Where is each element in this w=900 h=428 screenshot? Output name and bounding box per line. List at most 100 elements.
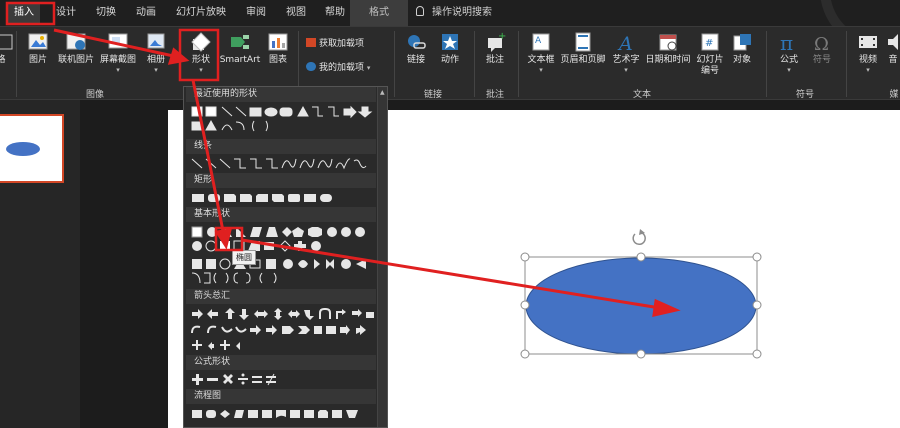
screenshot-button[interactable]: 屏幕截图 ▾: [98, 31, 138, 74]
basic-shapes-row-4[interactable]: [190, 271, 380, 285]
action-button[interactable]: 动作: [436, 31, 464, 66]
selected-ellipse[interactable]: [520, 224, 765, 360]
svg-text:#: #: [705, 38, 713, 49]
header-footer-icon: [575, 32, 591, 52]
equation-shapes-row[interactable]: [190, 373, 380, 387]
wordart-icon: A: [617, 33, 633, 53]
dropdown-caret-icon: ▾: [866, 66, 870, 74]
powerpoint-window: 插入 设计 切换 动画 幻灯片放映 审阅 视图 帮助 格式 操作说明搜索 格 图…: [0, 0, 900, 428]
datetime-button[interactable]: 日期和时间: [644, 31, 692, 66]
tell-me-label: 操作说明搜索: [432, 7, 492, 18]
tab-view[interactable]: 视图: [286, 3, 306, 23]
chart-icon: [268, 33, 288, 51]
object-button[interactable]: 对象: [728, 31, 756, 66]
audio-label: 音: [888, 55, 898, 65]
basic-shapes-row-1[interactable]: [190, 225, 380, 239]
dropdown-caret-icon: ▾: [199, 66, 203, 74]
datetime-label: 日期和时间: [645, 55, 691, 65]
tab-transitions[interactable]: 切换: [96, 3, 116, 23]
object-label: 对象: [732, 55, 751, 65]
slide-number-button[interactable]: # 幻灯片 编号: [694, 31, 726, 77]
comment-label: 批注: [485, 55, 504, 65]
chart-button[interactable]: 图表: [264, 31, 292, 66]
tab-insert[interactable]: 插入: [8, 3, 40, 23]
video-button[interactable]: 视频 ▾: [854, 31, 882, 74]
cropped-button[interactable]: 格: [0, 31, 13, 66]
get-addins-button[interactable]: 获取加载项: [306, 37, 364, 51]
tab-animations[interactable]: 动画: [136, 3, 156, 23]
slide-number-icon: #: [701, 33, 719, 51]
tab-slideshow[interactable]: 幻灯片放映: [176, 3, 226, 23]
tab-review[interactable]: 审阅: [246, 3, 266, 23]
arrows-row-1[interactable]: [190, 307, 380, 321]
svg-text:+: +: [498, 31, 506, 42]
section-lines: 线条: [186, 139, 376, 154]
video-icon: [859, 36, 877, 48]
smartart-button[interactable]: SmartArt: [218, 31, 262, 66]
dropdown-caret-icon: ▾: [539, 66, 543, 74]
speaker-icon: [888, 34, 898, 50]
store-icon: [306, 38, 316, 47]
comment-button[interactable]: + 批注: [480, 31, 510, 66]
recent-shapes-row-2[interactable]: [190, 119, 380, 133]
basic-shapes-row-2[interactable]: [190, 239, 380, 253]
tab-design[interactable]: 设计: [56, 3, 76, 23]
picture-button[interactable]: 图片: [22, 31, 54, 66]
smartart-icon: [231, 35, 249, 49]
link-button[interactable]: 链接: [402, 31, 430, 66]
equation-label: 公式: [779, 55, 798, 65]
slide-thumbnail-pane: [0, 100, 80, 428]
svg-text:π: π: [780, 31, 793, 53]
album-icon: [147, 33, 165, 49]
picture-label: 图片: [28, 55, 47, 65]
equation-button[interactable]: π 公式 ▾: [774, 31, 804, 74]
basic-shapes-row-3[interactable]: [190, 257, 380, 271]
arrows-row-2[interactable]: [190, 323, 380, 337]
group-label-text: 文本: [632, 90, 651, 100]
symbol-label: 符号: [812, 55, 831, 65]
tab-help[interactable]: 帮助: [325, 3, 345, 23]
section-rectangles: 矩形: [186, 173, 376, 188]
scroll-up-icon[interactable]: ▲: [380, 89, 385, 96]
action-label: 动作: [440, 55, 459, 65]
textbox-button[interactable]: A 文本框 ▾: [526, 31, 556, 74]
picture-icon: [28, 33, 48, 50]
addins-icon: [306, 62, 316, 71]
tab-format[interactable]: 格式: [350, 0, 408, 26]
menu-scrollbar[interactable]: ▲: [377, 87, 387, 427]
group-label-comments: 批注: [485, 90, 504, 100]
thumbnail-ellipse: [6, 142, 40, 156]
dropdown-caret-icon: ▾: [116, 66, 120, 74]
shapes-button[interactable]: 形状 ▾: [186, 31, 216, 74]
screenshot-label: 屏幕截图: [99, 55, 136, 65]
flowchart-row[interactable]: [190, 407, 380, 421]
group-label-media: 媒: [889, 90, 899, 100]
my-addins-button[interactable]: 我的加载项 ▾: [306, 61, 370, 75]
arrows-row-3[interactable]: [190, 339, 380, 353]
recent-shapes-row-1[interactable]: [190, 105, 380, 119]
link-icon: [408, 35, 426, 49]
chart-label: 图表: [268, 55, 287, 65]
comment-icon: +: [488, 31, 506, 52]
slide-number-label: 幻灯片 编号: [696, 55, 724, 76]
group-separator: [846, 31, 847, 97]
audio-button[interactable]: 音: [886, 31, 900, 66]
slide-thumbnail[interactable]: [0, 114, 64, 183]
symbol-button[interactable]: Ω 符号: [808, 31, 836, 66]
header-footer-label: 页眉和页脚: [560, 55, 606, 65]
rectangles-row[interactable]: [190, 191, 380, 205]
online-picture-button[interactable]: 联机图片: [56, 31, 96, 66]
dropdown-caret-icon: ▾: [787, 66, 791, 74]
group-separator: [394, 31, 395, 97]
lines-row[interactable]: [190, 157, 380, 171]
svg-text:Ω: Ω: [814, 34, 829, 53]
textbox-label: 文本框: [527, 55, 555, 65]
online-picture-icon: [66, 33, 86, 50]
link-label: 链接: [406, 55, 425, 65]
smartart-label: SmartArt: [219, 55, 261, 65]
header-footer-button[interactable]: 页眉和页脚: [558, 31, 608, 66]
shapes-icon: [191, 32, 211, 52]
wordart-button[interactable]: A 艺术字 ▾: [610, 31, 642, 74]
album-button[interactable]: 相册 ▾: [142, 31, 170, 74]
tell-me-search[interactable]: 操作说明搜索: [416, 3, 492, 23]
